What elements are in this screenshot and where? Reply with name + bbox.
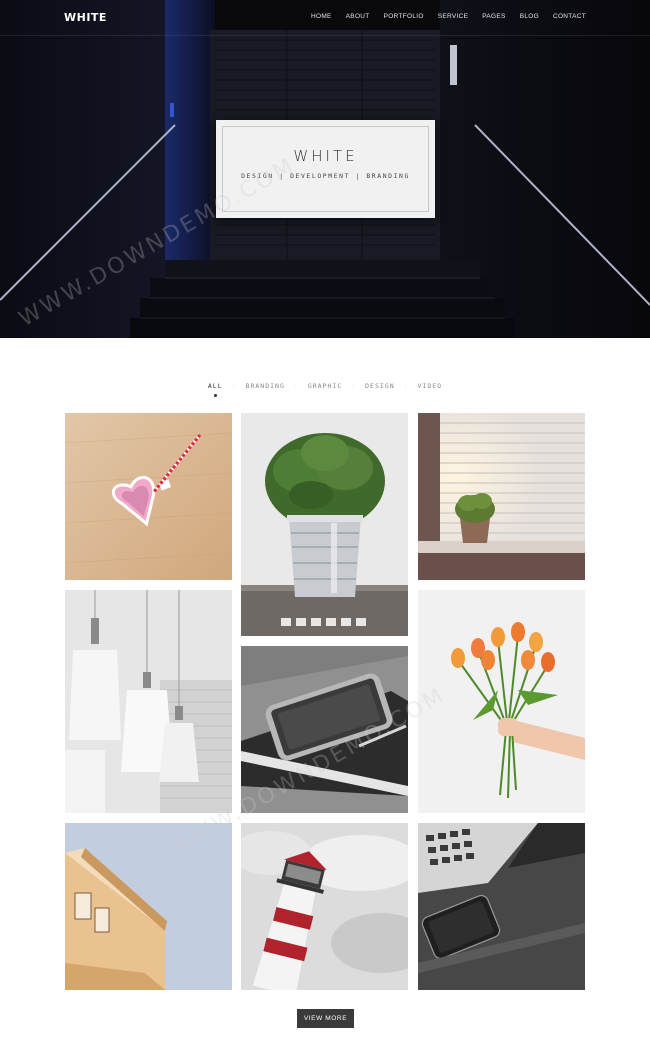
filter-separator: · — [293, 382, 299, 390]
hero-section: WHITE HOME ABOUT PORTFOLIO SERVICE PAGES… — [0, 0, 650, 338]
filter-all[interactable]: ALL — [205, 382, 226, 397]
lighthouse-photo — [241, 823, 408, 990]
portfolio-item-heart-cup[interactable] — [65, 413, 232, 580]
filter-graphic[interactable]: GRAPHIC — [305, 382, 345, 390]
nav-item-about[interactable]: ABOUT — [346, 13, 370, 20]
filter-separator: · — [351, 382, 357, 390]
phone-notebook-photo — [241, 646, 408, 813]
portfolio-item-phone-notebook[interactable] — [241, 646, 408, 813]
potted-plant-photo — [241, 413, 408, 636]
filter-design[interactable]: DESIGN — [362, 382, 397, 390]
filter-separator: · — [403, 382, 409, 390]
nav-item-pages[interactable]: PAGES — [482, 13, 505, 20]
portfolio-item-potted-plant[interactable] — [241, 413, 408, 636]
view-more-button[interactable]: VIEW MORE — [297, 1009, 354, 1028]
main-menu: HOME ABOUT PORTFOLIO SERVICE PAGES BLOG … — [297, 13, 586, 20]
pendant-lamps-photo — [65, 590, 232, 813]
nav-item-home[interactable]: HOME — [311, 13, 332, 20]
nav-item-blog[interactable]: BLOG — [520, 13, 539, 20]
nav-item-contact[interactable]: CONTACT — [553, 13, 586, 20]
top-navigation: WHITE HOME ABOUT PORTFOLIO SERVICE PAGES… — [0, 0, 650, 36]
hero-title-card: WHITE DESIGN | DEVELOPMENT | BRANDING — [216, 120, 435, 218]
portfolio-filters: ALL · BRANDING · GRAPHIC · DESIGN · VIDEO — [0, 382, 650, 397]
nav-item-service[interactable]: SERVICE — [438, 13, 469, 20]
nav-item-portfolio[interactable]: PORTFOLIO — [384, 13, 424, 20]
tulips-bouquet-photo — [418, 590, 585, 813]
building-corner-photo — [65, 823, 232, 990]
filter-video[interactable]: VIDEO — [415, 382, 446, 390]
site-logo[interactable]: WHITE — [64, 11, 107, 24]
window-plant-photo — [418, 413, 585, 580]
filter-branding[interactable]: BRANDING — [243, 382, 288, 390]
portfolio-item-lighthouse[interactable] — [241, 823, 408, 990]
portfolio-item-tulips-bouquet[interactable] — [418, 590, 585, 813]
portfolio-item-laptop-phone[interactable] — [418, 823, 585, 990]
heart-cup-photo — [65, 413, 232, 580]
hero-card-border — [222, 126, 429, 212]
portfolio-item-window-plant[interactable] — [418, 413, 585, 580]
filter-separator: · — [231, 382, 237, 390]
laptop-phone-photo — [418, 823, 585, 990]
portfolio-item-building-corner[interactable] — [65, 823, 232, 990]
hero-title: WHITE — [293, 147, 358, 165]
portfolio-item-pendant-lamps[interactable] — [65, 590, 232, 813]
hero-subtitle: DESIGN | DEVELOPMENT | BRANDING — [241, 172, 410, 180]
